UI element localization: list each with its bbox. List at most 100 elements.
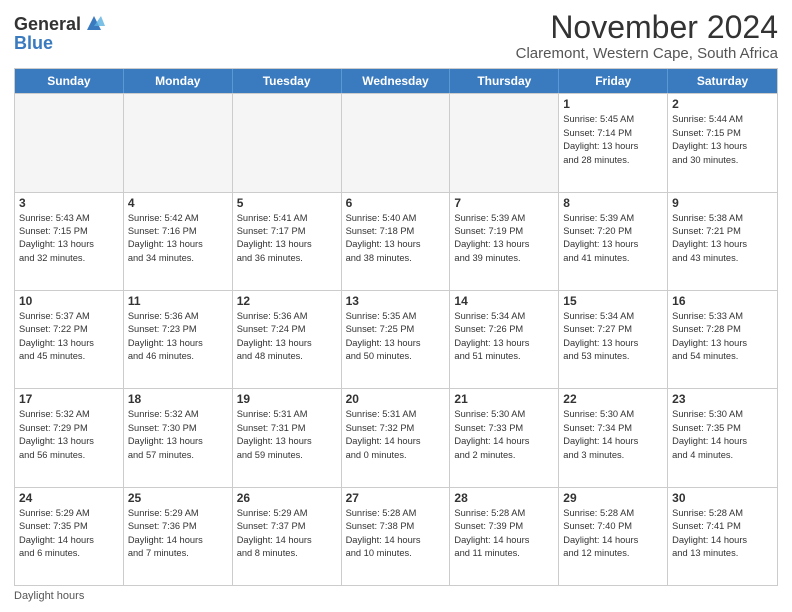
cell-info: Sunrise: 5:37 AM Sunset: 7:22 PM Dayligh… (19, 310, 119, 364)
subtitle: Claremont, Western Cape, South Africa (516, 45, 778, 62)
day-number: 1 (563, 97, 663, 111)
day-number: 23 (672, 392, 773, 406)
day-number: 7 (454, 196, 554, 210)
logo-icon (83, 12, 105, 34)
cal-cell: 27 Sunrise: 5:28 AM Sunset: 7:38 PM Dayli… (342, 488, 451, 585)
day-number: 15 (563, 294, 663, 308)
day-number: 14 (454, 294, 554, 308)
cal-cell: 14 Sunrise: 5:34 AM Sunset: 7:26 PM Dayli… (450, 291, 559, 388)
cell-info: Sunrise: 5:39 AM Sunset: 7:19 PM Dayligh… (454, 212, 554, 266)
cell-info: Sunrise: 5:28 AM Sunset: 7:41 PM Dayligh… (672, 507, 773, 561)
main-title: November 2024 (516, 10, 778, 45)
day-number: 26 (237, 491, 337, 505)
cal-cell: 8 Sunrise: 5:39 AM Sunset: 7:20 PM Daylig… (559, 193, 668, 290)
day-number: 10 (19, 294, 119, 308)
cell-info: Sunrise: 5:29 AM Sunset: 7:35 PM Dayligh… (19, 507, 119, 561)
day-number: 27 (346, 491, 446, 505)
cal-cell: 15 Sunrise: 5:34 AM Sunset: 7:27 PM Dayli… (559, 291, 668, 388)
cal-cell: 1 Sunrise: 5:45 AM Sunset: 7:14 PM Daylig… (559, 94, 668, 191)
cell-info: Sunrise: 5:28 AM Sunset: 7:39 PM Dayligh… (454, 507, 554, 561)
cell-info: Sunrise: 5:35 AM Sunset: 7:25 PM Dayligh… (346, 310, 446, 364)
cell-info: Sunrise: 5:32 AM Sunset: 7:29 PM Dayligh… (19, 408, 119, 462)
cell-info: Sunrise: 5:39 AM Sunset: 7:20 PM Dayligh… (563, 212, 663, 266)
day-number: 4 (128, 196, 228, 210)
logo-general: General (14, 15, 81, 33)
day-number: 29 (563, 491, 663, 505)
day-number: 28 (454, 491, 554, 505)
cal-header-day: Wednesday (342, 69, 451, 93)
cal-header-day: Thursday (450, 69, 559, 93)
day-number: 24 (19, 491, 119, 505)
cell-info: Sunrise: 5:44 AM Sunset: 7:15 PM Dayligh… (672, 113, 773, 167)
cell-info: Sunrise: 5:30 AM Sunset: 7:35 PM Dayligh… (672, 408, 773, 462)
cell-info: Sunrise: 5:34 AM Sunset: 7:27 PM Dayligh… (563, 310, 663, 364)
footer-note: Daylight hours (14, 590, 778, 602)
day-number: 20 (346, 392, 446, 406)
cal-cell: 17 Sunrise: 5:32 AM Sunset: 7:29 PM Dayli… (15, 389, 124, 486)
day-number: 8 (563, 196, 663, 210)
cal-cell: 24 Sunrise: 5:29 AM Sunset: 7:35 PM Dayli… (15, 488, 124, 585)
cal-cell (450, 94, 559, 191)
day-number: 11 (128, 294, 228, 308)
day-number: 30 (672, 491, 773, 505)
cal-cell (233, 94, 342, 191)
cal-header-day: Tuesday (233, 69, 342, 93)
logo-blue: Blue (14, 33, 53, 53)
cell-info: Sunrise: 5:45 AM Sunset: 7:14 PM Dayligh… (563, 113, 663, 167)
cal-cell: 12Sunrise: 5:36 AM Sunset: 7:24 PM Dayli… (233, 291, 342, 388)
calendar: SundayMondayTuesdayWednesdayThursdayFrid… (14, 68, 778, 586)
cal-cell: 19 Sunrise: 5:31 AM Sunset: 7:31 PM Dayli… (233, 389, 342, 486)
day-number: 25 (128, 491, 228, 505)
cal-header-day: Saturday (668, 69, 777, 93)
cell-info: Sunrise: 5:31 AM Sunset: 7:31 PM Dayligh… (237, 408, 337, 462)
cal-cell: 11 Sunrise: 5:36 AM Sunset: 7:23 PM Dayli… (124, 291, 233, 388)
page: General Blue November 2024 Claremont, We… (0, 0, 792, 612)
cal-cell: 10 Sunrise: 5:37 AM Sunset: 7:22 PM Dayli… (15, 291, 124, 388)
cell-info: Sunrise: 5:34 AM Sunset: 7:26 PM Dayligh… (454, 310, 554, 364)
day-number: 3 (19, 196, 119, 210)
cal-cell (342, 94, 451, 191)
cal-header-day: Sunday (15, 69, 124, 93)
cell-info: Sunrise: 5:33 AM Sunset: 7:28 PM Dayligh… (672, 310, 773, 364)
cell-info: Sunrise: 5:41 AM Sunset: 7:17 PM Dayligh… (237, 212, 337, 266)
cal-header-day: Friday (559, 69, 668, 93)
day-number: 6 (346, 196, 446, 210)
day-number: 2 (672, 97, 773, 111)
cal-cell: 4 Sunrise: 5:42 AM Sunset: 7:16 PM Daylig… (124, 193, 233, 290)
cell-info: Sunrise: 5:32 AM Sunset: 7:30 PM Dayligh… (128, 408, 228, 462)
cal-cell: 13Sunrise: 5:35 AM Sunset: 7:25 PM Dayli… (342, 291, 451, 388)
cal-cell: 25Sunrise: 5:29 AM Sunset: 7:36 PM Dayli… (124, 488, 233, 585)
cell-info: Sunrise: 5:28 AM Sunset: 7:40 PM Dayligh… (563, 507, 663, 561)
cal-cell: 9 Sunrise: 5:38 AM Sunset: 7:21 PM Daylig… (668, 193, 777, 290)
day-number: 18 (128, 392, 228, 406)
cell-info: Sunrise: 5:40 AM Sunset: 7:18 PM Dayligh… (346, 212, 446, 266)
cell-info: Sunrise: 5:36 AM Sunset: 7:24 PM Dayligh… (237, 310, 337, 364)
cal-week: 17 Sunrise: 5:32 AM Sunset: 7:29 PM Dayli… (15, 388, 777, 486)
cal-cell: 23 Sunrise: 5:30 AM Sunset: 7:35 PM Dayli… (668, 389, 777, 486)
cal-cell (15, 94, 124, 191)
cell-info: Sunrise: 5:36 AM Sunset: 7:23 PM Dayligh… (128, 310, 228, 364)
cell-info: Sunrise: 5:42 AM Sunset: 7:16 PM Dayligh… (128, 212, 228, 266)
day-number: 16 (672, 294, 773, 308)
day-number: 9 (672, 196, 773, 210)
cell-info: Sunrise: 5:31 AM Sunset: 7:32 PM Dayligh… (346, 408, 446, 462)
cal-week: 10 Sunrise: 5:37 AM Sunset: 7:22 PM Dayli… (15, 290, 777, 388)
cal-header-day: Monday (124, 69, 233, 93)
cal-cell: 3 Sunrise: 5:43 AM Sunset: 7:15 PM Daylig… (15, 193, 124, 290)
calendar-header: SundayMondayTuesdayWednesdayThursdayFrid… (15, 69, 777, 93)
cal-cell: 20 Sunrise: 5:31 AM Sunset: 7:32 PM Dayli… (342, 389, 451, 486)
cell-info: Sunrise: 5:30 AM Sunset: 7:33 PM Dayligh… (454, 408, 554, 462)
cal-cell: 21Sunrise: 5:30 AM Sunset: 7:33 PM Dayli… (450, 389, 559, 486)
cal-cell (124, 94, 233, 191)
logo: General Blue (14, 14, 105, 54)
day-number: 19 (237, 392, 337, 406)
cell-info: Sunrise: 5:38 AM Sunset: 7:21 PM Dayligh… (672, 212, 773, 266)
cal-week: 24 Sunrise: 5:29 AM Sunset: 7:35 PM Dayli… (15, 487, 777, 585)
day-number: 17 (19, 392, 119, 406)
cal-cell: 30 Sunrise: 5:28 AM Sunset: 7:41 PM Dayli… (668, 488, 777, 585)
cell-info: Sunrise: 5:43 AM Sunset: 7:15 PM Dayligh… (19, 212, 119, 266)
title-block: November 2024 Claremont, Western Cape, S… (516, 10, 778, 62)
cell-info: Sunrise: 5:28 AM Sunset: 7:38 PM Dayligh… (346, 507, 446, 561)
cal-cell: 29 Sunrise: 5:28 AM Sunset: 7:40 PM Dayli… (559, 488, 668, 585)
cal-cell: 28 Sunrise: 5:28 AM Sunset: 7:39 PM Dayli… (450, 488, 559, 585)
